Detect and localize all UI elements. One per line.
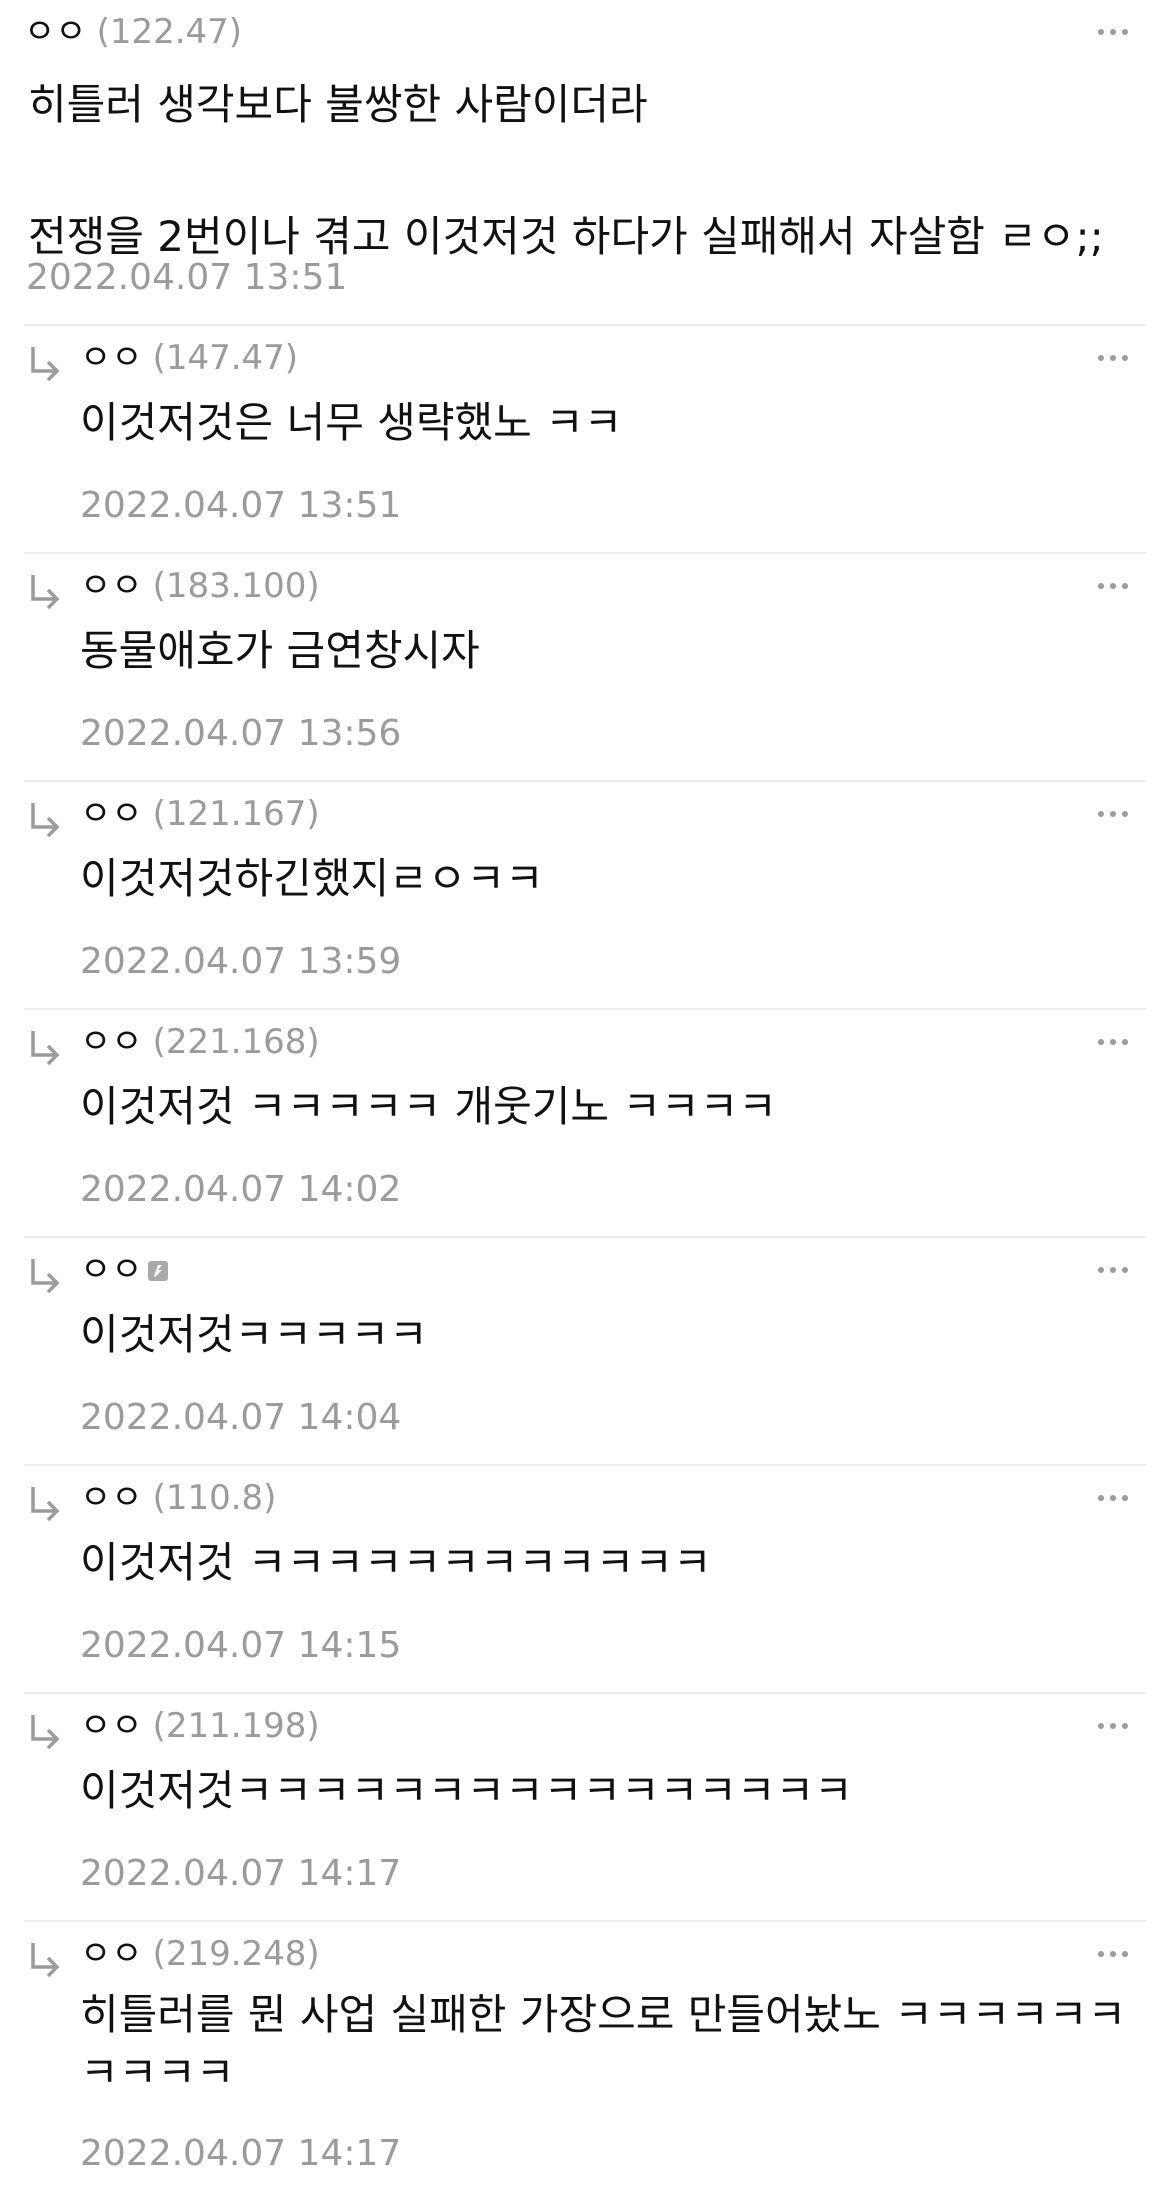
comment-nickname[interactable]: ㅇㅇ <box>24 12 87 52</box>
comment-text: 동물애호가 금연창시자 <box>80 626 480 675</box>
comment-date: 2022.04.07 13:59 <box>80 941 402 982</box>
fixed-nick-badge-icon <box>147 1261 168 1281</box>
comment-meta: ㅇㅇ (121.167) <box>80 792 320 836</box>
comment-item: ㅇㅇ (122.47) 히틀러 생각보다 불쌍한 사람이더라 전쟁을 2번이나 겪… <box>24 0 1146 326</box>
comment-date: 2022.04.07 13:51 <box>80 485 402 526</box>
comment-ip: (219.248) <box>152 1934 320 1974</box>
comment-text: 이것저것 ㅋㅋㅋㅋㅋ 개웃기노 ㅋㅋㅋㅋ <box>80 1082 777 1131</box>
comment-text: 이것저것ㅋㅋㅋㅋㅋ <box>80 1310 428 1359</box>
reply-item: ㅇㅇ (147.47) 이것저것은 너무 생략했노 ㅋㅋ 2022.04.07 1… <box>24 326 1146 554</box>
more-options-icon[interactable] <box>1096 1260 1130 1280</box>
comment-date: 2022.04.07 14:02 <box>80 1169 402 1210</box>
comment-meta: ㅇㅇ (211.198) <box>80 1704 320 1748</box>
comment-date: 2022.04.07 14:04 <box>80 1397 402 1438</box>
comment-ip: (183.100) <box>152 566 320 606</box>
comment-text: 이것저것하긴했지ㄹㅇㅋㅋ <box>80 854 544 903</box>
comment-ip: (121.167) <box>152 794 320 834</box>
reply-item: ㅇㅇ (183.100) 동물애호가 금연창시자 2022.04.07 13:56 <box>24 554 1146 782</box>
more-options-icon[interactable] <box>1096 804 1130 824</box>
reply-arrow-icon <box>31 1031 60 1066</box>
comment-meta: ㅇㅇ (221.168) <box>80 1020 320 1064</box>
comment-date: 2022.04.07 14:17 <box>80 2133 402 2174</box>
reply-item: ㅇㅇ (221.168) 이것저것 ㅋㅋㅋㅋㅋ 개웃기노 ㅋㅋㅋㅋ 2022.04… <box>24 1010 1146 1238</box>
reply-arrow-icon <box>31 1259 60 1294</box>
comment-text: 이것저것 ㅋㅋㅋㅋㅋㅋㅋㅋㅋㅋㅋㅋ <box>80 1538 712 1587</box>
reply-item: ㅇㅇ (219.248) 히틀러를 뭔 사업 실패한 가장으로 만들어놨노 ㅋㅋㅋ… <box>24 1922 1146 2188</box>
comment-text: 이것저것은 너무 생략했노 ㅋㅋ <box>80 398 623 447</box>
reply-item: ㅇㅇ (110.8) 이것저것 ㅋㅋㅋㅋㅋㅋㅋㅋㅋㅋㅋㅋ 2022.04.07 1… <box>24 1466 1146 1694</box>
comment-nickname[interactable]: ㅇㅇ <box>80 1478 143 1518</box>
more-options-icon[interactable] <box>1096 1716 1130 1736</box>
comment-nickname[interactable]: ㅇㅇ <box>80 1022 143 1062</box>
comment-list: ㅇㅇ (122.47) 히틀러 생각보다 불쌍한 사람이더라 전쟁을 2번이나 겪… <box>0 0 1170 2188</box>
more-options-icon[interactable] <box>1096 348 1130 368</box>
more-options-icon[interactable] <box>1096 22 1130 42</box>
reply-arrow-icon <box>31 575 60 610</box>
comment-date: 2022.04.07 13:56 <box>80 713 402 754</box>
comment-meta: ㅇㅇ (183.100) <box>80 564 320 608</box>
comment-nickname[interactable]: ㅇㅇ <box>80 338 143 378</box>
reply-arrow-icon <box>31 803 60 838</box>
reply-item: ㅇㅇ (121.167) 이것저것하긴했지ㄹㅇㅋㅋ 2022.04.07 13:5… <box>24 782 1146 1010</box>
comment-ip: (122.47) <box>96 12 243 52</box>
comment-meta: ㅇㅇ (147.47) <box>80 336 298 380</box>
comment-ip: (147.47) <box>152 338 299 378</box>
comment-text: 히틀러 생각보다 불쌍한 사람이더라 전쟁을 2번이나 겪고 이것저것 하다가 … <box>28 80 1104 261</box>
reply-arrow-icon <box>31 1715 60 1750</box>
comment-ip: (110.8) <box>152 1478 277 1518</box>
reply-item: ㅇㅇ 이것저것ㅋㅋㅋㅋㅋ 2022.04.07 14:04 <box>24 1238 1146 1466</box>
comment-meta: ㅇㅇ (122.47) <box>24 10 242 54</box>
comment-date: 2022.04.07 13:51 <box>26 257 348 298</box>
comment-date: 2022.04.07 14:17 <box>80 1853 402 1894</box>
reply-arrow-icon <box>31 1943 60 1978</box>
comment-text: 이것저것ㅋㅋㅋㅋㅋㅋㅋㅋㅋㅋㅋㅋㅋㅋㅋㅋ <box>80 1766 853 1815</box>
comment-text: 히틀러를 뭔 사업 실패한 가장으로 만들어놨노 ㅋㅋㅋㅋㅋㅋ ㅋㅋㅋㅋ <box>80 1990 1127 2097</box>
more-options-icon[interactable] <box>1096 1488 1130 1508</box>
comment-ip: (211.198) <box>152 1706 320 1746</box>
comment-meta: ㅇㅇ (110.8) <box>80 1476 276 1520</box>
comment-date: 2022.04.07 14:15 <box>80 1625 402 1666</box>
more-options-icon[interactable] <box>1096 1944 1130 1964</box>
comment-nickname[interactable]: ㅇㅇ <box>80 1934 143 1974</box>
more-options-icon[interactable] <box>1096 576 1130 596</box>
comment-nickname[interactable]: ㅇㅇ <box>80 566 143 606</box>
comment-nickname[interactable]: ㅇㅇ <box>80 1706 143 1746</box>
comment-meta: ㅇㅇ (219.248) <box>80 1932 320 1976</box>
reply-arrow-icon <box>31 347 60 382</box>
reply-arrow-icon <box>31 1487 60 1522</box>
reply-item: ㅇㅇ (211.198) 이것저것ㅋㅋㅋㅋㅋㅋㅋㅋㅋㅋㅋㅋㅋㅋㅋㅋ 2022.04… <box>24 1694 1146 1922</box>
comment-ip: (221.168) <box>152 1022 320 1062</box>
more-options-icon[interactable] <box>1096 1032 1130 1052</box>
comment-meta: ㅇㅇ <box>80 1248 169 1292</box>
comment-nickname[interactable]: ㅇㅇ <box>80 1250 143 1290</box>
comment-nickname[interactable]: ㅇㅇ <box>80 794 143 834</box>
